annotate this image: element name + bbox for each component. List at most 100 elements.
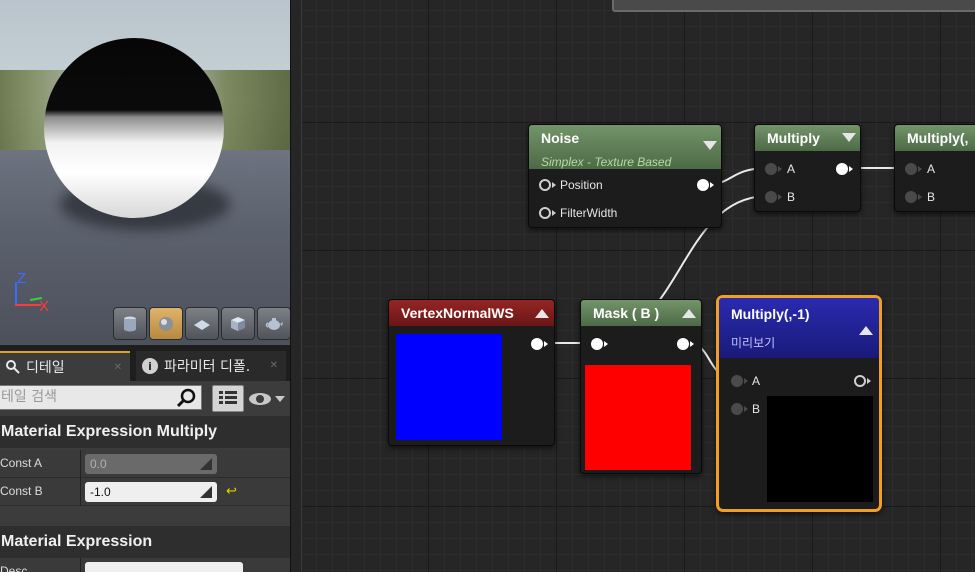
pin-multiply-right-a-input[interactable]	[905, 163, 917, 175]
comment-box-edge[interactable]	[612, 0, 975, 12]
collapse-arrow-icon[interactable]	[842, 133, 856, 142]
node-noise[interactable]: Noise Simplex - Texture Based Position F…	[528, 124, 722, 228]
pin-mask-input[interactable]	[591, 338, 603, 350]
const-a-field[interactable]: 0.0	[85, 454, 217, 474]
expand-arrow-icon[interactable]	[682, 309, 696, 318]
column-divider[interactable]	[80, 558, 81, 572]
property-row-desc: Desc	[0, 558, 290, 572]
pin-arrow-icon	[552, 210, 556, 216]
pin-arrow-icon	[552, 182, 556, 188]
pin-arrow-icon	[778, 194, 782, 200]
node-mask[interactable]: Mask ( B )	[580, 299, 702, 474]
cylinder-icon	[124, 316, 136, 331]
node-noise-title: Noise	[541, 130, 580, 146]
const-b-label: Const B	[0, 484, 43, 498]
pin-position-label: Position	[560, 178, 603, 192]
preview-shape-toolbar	[113, 307, 290, 340]
eye-icon[interactable]	[247, 389, 287, 409]
pin-negative-output[interactable]	[854, 375, 866, 387]
preview-plane-button[interactable]	[185, 307, 219, 340]
column-divider[interactable]	[80, 478, 81, 506]
pin-vertexnormal-output[interactable]	[531, 338, 543, 350]
preview-sphere	[44, 38, 224, 218]
preview-teapot-button[interactable]	[257, 307, 290, 340]
pin-multiply-right-b-label: B	[927, 190, 936, 204]
details-search-input[interactable]: 테일 검색	[0, 385, 202, 410]
close-icon[interactable]: ✕	[114, 362, 122, 373]
tab-parameters-label: 파라미터 디폴.	[164, 359, 251, 375]
pin-arrow-icon	[778, 166, 782, 172]
info-icon: i	[142, 358, 158, 374]
preview-sphere-button[interactable]	[149, 307, 183, 340]
desc-label: Desc	[0, 564, 28, 572]
pin-multiply-b-label: B	[787, 190, 796, 204]
pin-arrow-icon	[849, 166, 853, 172]
collapse-arrow-icon[interactable]	[703, 141, 717, 150]
pin-multiply-a-input[interactable]	[765, 163, 777, 175]
axis-gizmo: Z X	[12, 270, 62, 315]
node-multiply-negative-preview	[767, 396, 873, 502]
property-row-const-a: Const A 0.0	[0, 450, 290, 478]
property-row-const-b: Const B -1.0 ↩	[0, 478, 290, 506]
node-vertexnormalws-title: VertexNormalWS	[401, 305, 514, 321]
close-icon[interactable]: ✕	[270, 360, 278, 371]
pin-filterwidth-label: FilterWidth	[560, 206, 618, 220]
node-multiply-right-title: Multiply(,	[907, 130, 969, 146]
pin-multiply-output[interactable]	[836, 163, 848, 175]
node-noise-subtitle: Simplex - Texture Based	[541, 155, 672, 169]
search-icon[interactable]	[176, 388, 198, 408]
node-mask-title: Mask ( B )	[593, 305, 660, 321]
pin-multiply-a-label: A	[787, 162, 796, 176]
material-graph-canvas[interactable]: Noise Simplex - Texture Based Position F…	[302, 0, 975, 572]
preview-cylinder-button[interactable]	[113, 307, 147, 340]
node-noise-header[interactable]: Noise Simplex - Texture Based	[529, 125, 721, 169]
pin-arrow-icon	[744, 406, 748, 412]
pin-filterwidth-input[interactable]	[539, 207, 551, 219]
x-axis-line	[15, 304, 41, 306]
node-multiply[interactable]: Multiply A B	[754, 124, 861, 212]
pin-multiply-b-input[interactable]	[765, 191, 777, 203]
pin-arrow-icon	[604, 341, 608, 347]
desc-field[interactable]	[85, 562, 243, 572]
expand-arrow-icon[interactable]	[535, 309, 549, 318]
node-vertexnormalws[interactable]: VertexNormalWS	[388, 299, 555, 446]
pin-negative-b-label: B	[752, 402, 761, 416]
expand-arrow-icon[interactable]	[859, 326, 873, 335]
tab-details[interactable]: 디테일 ✕	[0, 351, 130, 381]
pin-multiply-right-b-input[interactable]	[905, 191, 917, 203]
sphere-icon	[159, 316, 173, 331]
preview-viewport[interactable]: Z X	[0, 0, 290, 345]
pin-arrow-icon	[744, 378, 748, 384]
plane-icon	[194, 319, 210, 330]
preview-cube-button[interactable]	[221, 307, 255, 340]
pin-noise-output[interactable]	[697, 179, 709, 191]
pin-multiply-right-a-label: A	[927, 162, 936, 176]
reset-to-default-icon[interactable]: ↩	[226, 484, 237, 499]
section-material-expression-multiply[interactable]: Material Expression Multiply	[0, 416, 290, 448]
node-mask-preview	[585, 365, 691, 470]
node-multiply-right[interactable]: Multiply(, A B	[894, 124, 975, 212]
expand-arrow-icon	[200, 458, 212, 470]
const-a-label: Const A	[0, 456, 43, 470]
column-divider[interactable]	[80, 450, 81, 478]
section-material-expression[interactable]: Material Expression	[0, 526, 290, 558]
node-multiply-negative-selected[interactable]: Multiply(,-1) 미리보기 A B	[716, 295, 882, 512]
property-matrix-button[interactable]	[212, 385, 244, 412]
node-multiply-negative-header[interactable]: Multiply(,-1) 미리보기	[719, 298, 879, 358]
pin-negative-a-input[interactable]	[731, 375, 743, 387]
magnifier-icon	[6, 360, 20, 374]
material-editor-window: Z X 디테일 ✕ i 파라미터 디폴. ✕ 테일 검색 Material Ex…	[0, 0, 975, 572]
pin-negative-b-input[interactable]	[731, 403, 743, 415]
tab-parameter-defaults[interactable]: i 파라미터 디폴. ✕	[136, 351, 286, 381]
pin-position-input[interactable]	[539, 179, 551, 191]
node-vertexnormalws-header[interactable]: VertexNormalWS	[389, 300, 554, 326]
node-multiply-right-header[interactable]: Multiply(,	[895, 125, 975, 151]
pin-arrow-icon	[544, 341, 548, 347]
grid-icon	[219, 390, 237, 404]
pin-mask-output[interactable]	[677, 338, 689, 350]
node-multiply-negative-title: Multiply(,-1)	[731, 306, 810, 322]
panel-splitter[interactable]	[290, 0, 302, 572]
const-b-field[interactable]: -1.0	[85, 482, 217, 502]
pin-arrow-icon	[867, 378, 871, 384]
node-multiply-negative-subtitle: 미리보기	[731, 336, 776, 350]
